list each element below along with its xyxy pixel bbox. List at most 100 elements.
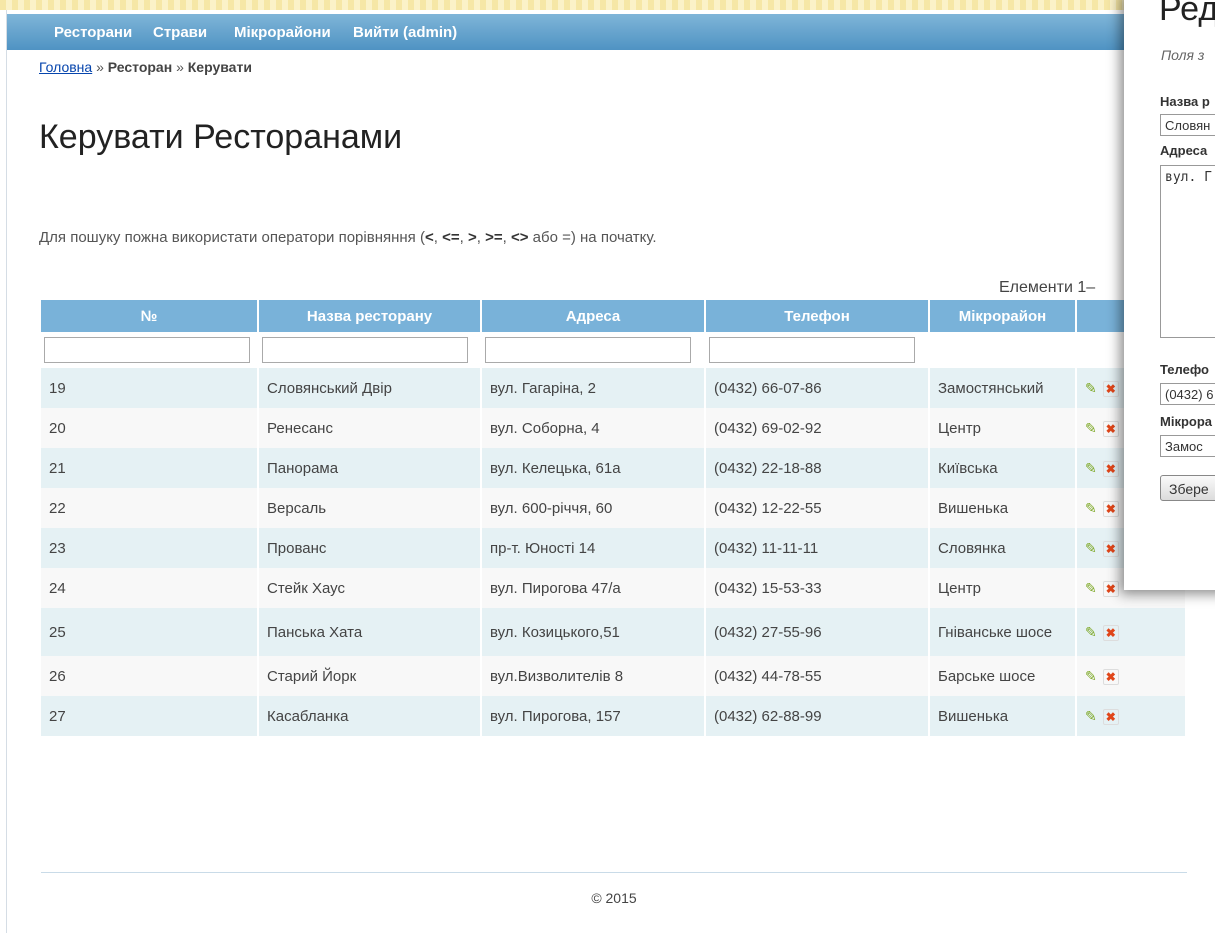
breadcrumb-separator: » — [96, 59, 104, 75]
pencil-icon[interactable]: ✎ — [1085, 540, 1097, 556]
cell-id: 25 — [41, 608, 259, 656]
cell-name: Версаль — [259, 488, 482, 528]
filter-cell — [482, 332, 706, 368]
breadcrumb-separator: » — [176, 59, 184, 75]
pencil-icon[interactable]: ✎ — [1085, 624, 1097, 640]
cell-address: вул. Козицького,51 — [482, 608, 706, 656]
column-header-phone[interactable]: Телефон — [706, 300, 930, 332]
cell-address: вул.Визволителів 8 — [482, 656, 706, 696]
hint-op: < — [424, 229, 434, 246]
cell-phone: (0432) 27-55-96 — [706, 608, 930, 656]
cell-phone: (0432) 15-53-33 — [706, 568, 930, 608]
cell-district: Гніванське шосе — [930, 608, 1077, 656]
cell-id: 27 — [41, 696, 259, 736]
dialog-address-textarea[interactable]: вул. Г — [1160, 165, 1215, 338]
restaurants-table: № Назва ресторану Адреса Телефон Мікрора… — [41, 300, 1187, 736]
column-header-id[interactable]: № — [41, 300, 259, 332]
cell-name: Словянський Двір — [259, 368, 482, 408]
table-row[interactable]: 25 Панська Хата вул. Козицького,51 (0432) 2… — [41, 608, 1187, 656]
cell-name: Старий Йорк — [259, 656, 482, 696]
cell-id: 20 — [41, 408, 259, 448]
items-summary: Елементи 1– — [999, 279, 1096, 296]
menu-item-dishes[interactable]: Страви — [153, 24, 207, 41]
delete-icon[interactable]: ✖ — [1102, 668, 1119, 685]
cell-phone: (0432) 69-02-92 — [706, 408, 930, 448]
hint-op: >= — [485, 229, 503, 246]
pencil-icon[interactable]: ✎ — [1085, 580, 1097, 596]
cell-address: вул. Гагаріна, 2 — [482, 368, 706, 408]
column-header-district[interactable]: Мікрорайон — [930, 300, 1077, 332]
main-menu: Ресторани Страви Мікрорайони Вийти (admi… — [7, 14, 1215, 50]
pencil-icon[interactable]: ✎ — [1085, 460, 1097, 476]
cell-district: Київська — [930, 448, 1077, 488]
top-decoration-strip — [0, 0, 1215, 10]
dialog-phone-input[interactable]: (0432) 6 — [1160, 383, 1215, 405]
delete-icon[interactable]: ✖ — [1102, 420, 1119, 437]
column-header-name[interactable]: Назва ресторану — [259, 300, 482, 332]
menu-item-districts[interactable]: Мікрорайони — [234, 24, 331, 41]
footer: © 2015 — [41, 872, 1187, 906]
filter-cell — [706, 332, 930, 368]
pencil-icon[interactable]: ✎ — [1085, 420, 1097, 436]
cell-phone: (0432) 62-88-99 — [706, 696, 930, 736]
cell-phone: (0432) 12-22-55 — [706, 488, 930, 528]
pencil-icon[interactable]: ✎ — [1085, 380, 1097, 396]
filter-phone-input[interactable] — [709, 337, 915, 363]
dialog-save-button[interactable]: Збере — [1160, 475, 1215, 501]
dialog-district-label: Мікрора — [1160, 414, 1212, 429]
filter-cell — [41, 332, 259, 368]
cell-id: 26 — [41, 656, 259, 696]
delete-icon[interactable]: ✖ — [1102, 708, 1119, 725]
dialog-address-label: Адреса — [1160, 143, 1208, 158]
search-hint: Для пошуку пожна використати оператори п… — [39, 229, 657, 246]
delete-icon[interactable]: ✖ — [1102, 380, 1119, 397]
delete-icon[interactable]: ✖ — [1102, 500, 1119, 517]
table-row[interactable]: 22 Версаль вул. 600-річчя, 60 (0432) 12-22-… — [41, 488, 1187, 528]
copyright: © 2015 — [591, 890, 637, 906]
dialog-district-select[interactable]: Замос — [1160, 435, 1215, 457]
cell-address: пр-т. Юності 14 — [482, 528, 706, 568]
cell-address: вул. 600-річчя, 60 — [482, 488, 706, 528]
table-row[interactable]: 26 Старий Йорк вул.Визволителів 8 (0432) 44… — [41, 656, 1187, 696]
cell-phone: (0432) 44-78-55 — [706, 656, 930, 696]
hint-op: > — [467, 229, 477, 246]
cell-address: вул. Пирогова 47/а — [482, 568, 706, 608]
pencil-icon[interactable]: ✎ — [1085, 668, 1097, 684]
filter-name-input[interactable] — [262, 337, 468, 363]
menu-item-logout[interactable]: Вийти (admin) — [353, 24, 457, 41]
breadcrumb-current: Керувати — [187, 59, 252, 75]
table-row[interactable]: 20 Ренесанс вул. Соборна, 4 (0432) 69-02-92… — [41, 408, 1187, 448]
cell-name: Ренесанс — [259, 408, 482, 448]
cell-id: 21 — [41, 448, 259, 488]
cell-phone: (0432) 66-07-86 — [706, 368, 930, 408]
table-row[interactable]: 19 Словянський Двір вул. Гагаріна, 2 (0432)… — [41, 368, 1187, 408]
hint-end: ) на початку. — [570, 229, 657, 246]
table-row[interactable]: 27 Касабланка вул. Пирогова, 157 (0432) 62-… — [41, 696, 1187, 736]
hint-or: або — [532, 229, 558, 246]
cell-address: вул. Келецька, 61а — [482, 448, 706, 488]
table-row[interactable]: 24 Стейк Хаус вул. Пирогова 47/а (0432) 15-… — [41, 568, 1187, 608]
delete-icon[interactable]: ✖ — [1102, 580, 1119, 597]
breadcrumb-home-link[interactable]: Головна — [39, 59, 92, 75]
delete-icon[interactable]: ✖ — [1102, 540, 1119, 557]
edit-restaurant-dialog: Ред Поля з Назва р Словян Адреса вул. Г … — [1124, 0, 1215, 590]
menu-item-restaurants[interactable]: Ресторани — [54, 24, 132, 41]
pencil-icon[interactable]: ✎ — [1085, 500, 1097, 516]
breadcrumb-restaurant: Ресторан — [107, 59, 173, 75]
breadcrumb: Головна » Ресторан » Керувати — [39, 59, 252, 75]
table-row[interactable]: 23 Прованс пр-т. Юності 14 (0432) 11-11-11 С… — [41, 528, 1187, 568]
filter-cell — [930, 332, 1077, 368]
cell-name: Панорама — [259, 448, 482, 488]
dialog-name-input[interactable]: Словян — [1160, 114, 1215, 136]
pencil-icon[interactable]: ✎ — [1085, 708, 1097, 724]
delete-icon[interactable]: ✖ — [1102, 460, 1119, 477]
cell-name: Прованс — [259, 528, 482, 568]
delete-icon[interactable]: ✖ — [1102, 624, 1119, 641]
column-header-address[interactable]: Адреса — [482, 300, 706, 332]
filter-id-input[interactable] — [44, 337, 250, 363]
cell-address: вул. Пирогова, 157 — [482, 696, 706, 736]
filter-address-input[interactable] — [485, 337, 691, 363]
table-row[interactable]: 21 Панорама вул. Келецька, 61а (0432) 22-18… — [41, 448, 1187, 488]
cell-district: Центр — [930, 568, 1077, 608]
cell-district: Центр — [930, 408, 1077, 448]
